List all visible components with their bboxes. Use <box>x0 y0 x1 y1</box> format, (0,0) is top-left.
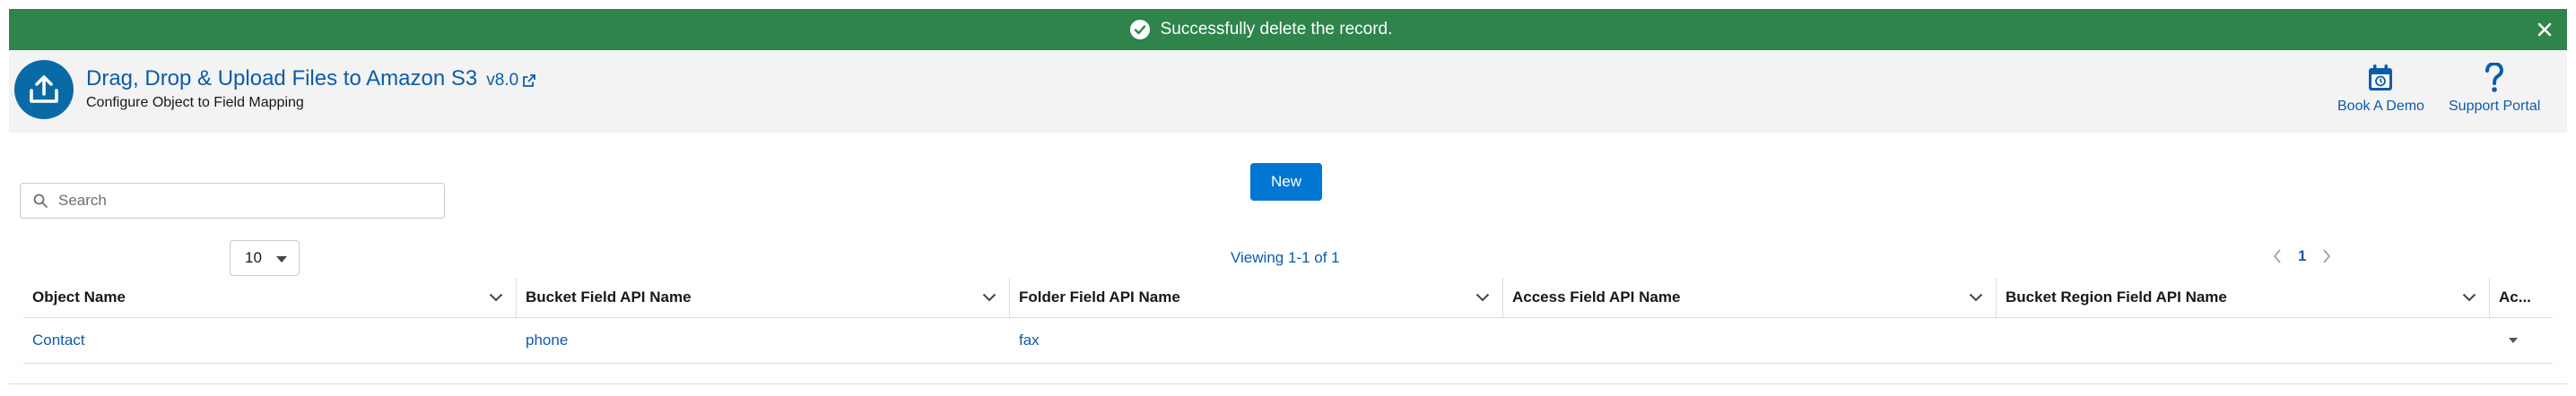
external-link-icon <box>523 74 536 87</box>
column-header-object-name[interactable]: Object Name <box>23 278 517 317</box>
calendar-icon <box>2367 63 2394 93</box>
column-header-actions: Ac... <box>2490 278 2553 317</box>
table-body: Contact phone fax <box>23 318 2553 364</box>
version-label: v8.0 <box>486 71 519 90</box>
cell-folder-field: fax <box>1019 331 1040 349</box>
book-demo-button[interactable]: Book A Demo <box>2337 63 2424 115</box>
viewing-count: Viewing 1-1 of 1 <box>1231 249 1340 266</box>
column-label: Bucket Region Field API Name <box>2006 288 2227 306</box>
page-header: Drag, Drop & Upload Files to Amazon S3 v… <box>9 50 2567 133</box>
column-label: Object Name <box>32 288 126 306</box>
close-icon[interactable] <box>2535 20 2554 39</box>
chevron-down-icon[interactable] <box>2462 293 2476 302</box>
page-size-select[interactable]: 10 <box>230 240 300 276</box>
book-demo-label: Book A Demo <box>2337 99 2424 114</box>
column-header-access-field[interactable]: Access Field API Name <box>1503 278 1997 317</box>
upload-icon <box>14 60 74 119</box>
page-size-value: 10 <box>245 249 262 266</box>
cell-bucket-field: phone <box>526 331 569 349</box>
cell-access-field <box>1503 318 1997 363</box>
page-number[interactable]: 1 <box>2298 247 2306 265</box>
new-button[interactable]: New <box>1250 163 1322 201</box>
caret-down-icon <box>276 256 287 263</box>
success-check-icon <box>1129 20 1150 39</box>
row-actions-caret-icon[interactable] <box>2508 337 2519 344</box>
support-portal-label: Support Portal <box>2449 99 2541 114</box>
column-header-bucket-region-field[interactable]: Bucket Region Field API Name <box>1997 278 2490 317</box>
search-icon <box>33 194 48 208</box>
success-toast: Successfully delete the record. <box>9 9 2567 50</box>
column-header-folder-field[interactable]: Folder Field API Name <box>1010 278 1503 317</box>
chevron-down-icon[interactable] <box>982 293 996 302</box>
column-label: Access Field API Name <box>1512 288 1681 306</box>
chevron-down-icon[interactable] <box>489 293 503 302</box>
table-header: Object Name Bucket Field API Name Folder… <box>23 278 2553 318</box>
column-label: Folder Field API Name <box>1019 288 1180 306</box>
chevron-left-icon[interactable] <box>2273 249 2282 263</box>
search-input[interactable] <box>57 191 437 211</box>
support-portal-button[interactable]: Support Portal <box>2449 63 2540 115</box>
column-header-bucket-field[interactable]: Bucket Field API Name <box>517 278 1010 317</box>
cell-object-name[interactable]: Contact <box>23 318 517 363</box>
chevron-right-icon[interactable] <box>2322 249 2331 263</box>
chevron-down-icon[interactable] <box>1475 293 1490 302</box>
page-title: Drag, Drop & Upload Files to Amazon S3 <box>86 66 478 90</box>
column-label: Ac... <box>2499 288 2531 306</box>
cell-actions <box>2490 318 2553 363</box>
search-box <box>20 183 445 219</box>
table-row: Contact phone fax <box>23 318 2553 364</box>
column-label: Bucket Field API Name <box>526 288 692 306</box>
toast-message: Successfully delete the record. <box>1160 20 1393 39</box>
mapping-card: New 10 Viewing 1-1 of 1 1 Object Name Bu… <box>9 133 2567 384</box>
pagination: 1 <box>2273 247 2331 265</box>
question-icon <box>2485 63 2504 93</box>
chevron-down-icon[interactable] <box>1969 293 1983 302</box>
version-link[interactable]: v8.0 <box>486 71 536 90</box>
mapping-table: Object Name Bucket Field API Name Folder… <box>23 278 2553 364</box>
page-subtitle: Configure Object to Field Mapping <box>86 95 304 110</box>
cell-bucket-region-field <box>1997 318 2490 363</box>
